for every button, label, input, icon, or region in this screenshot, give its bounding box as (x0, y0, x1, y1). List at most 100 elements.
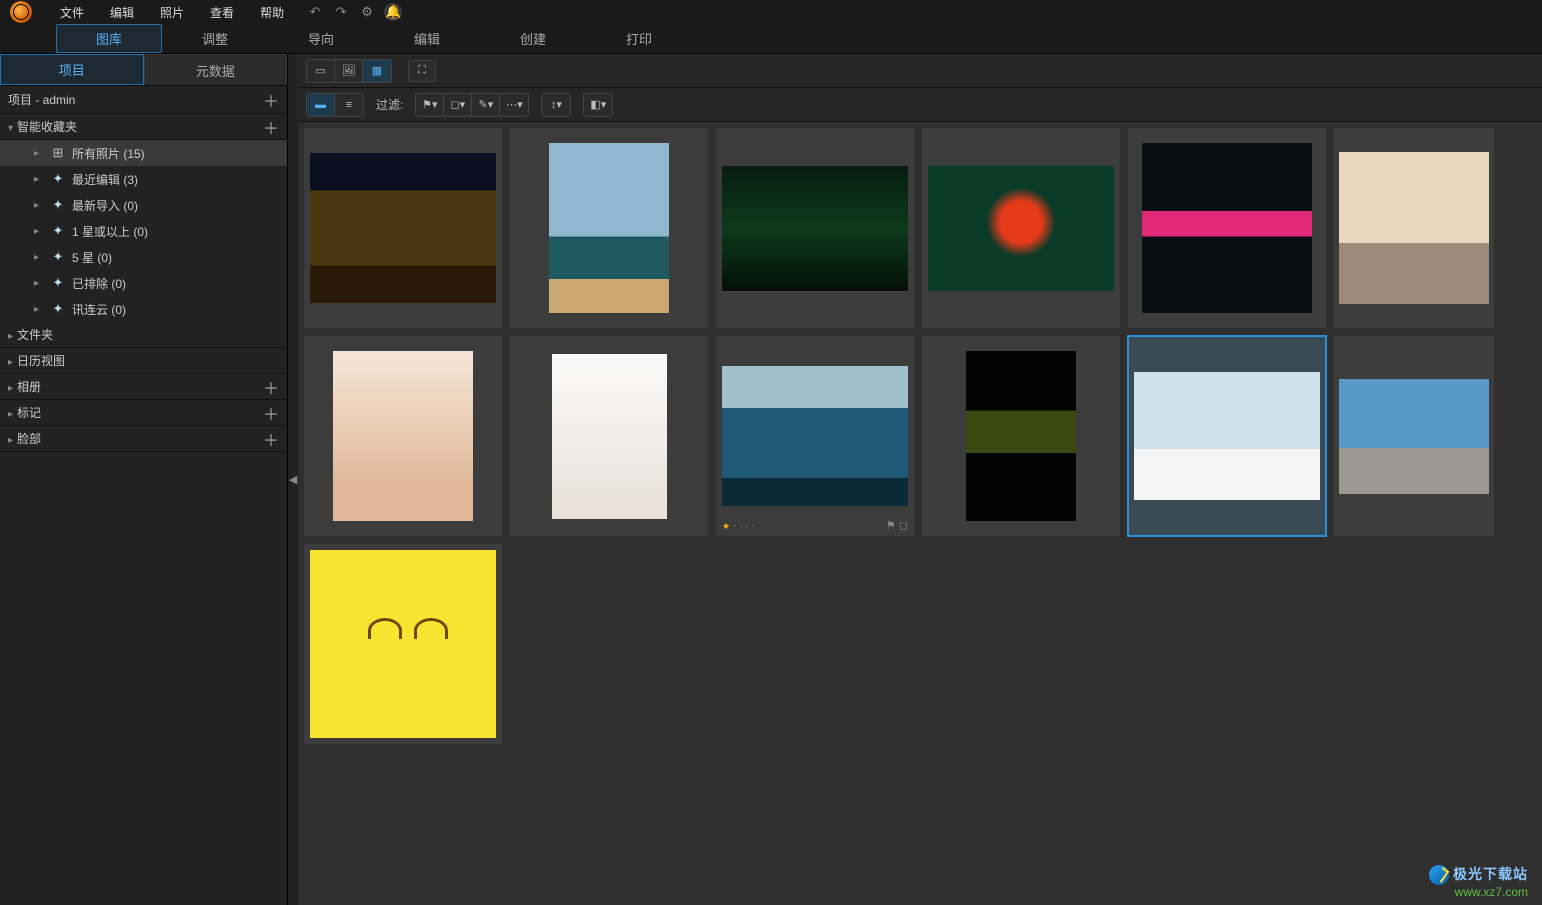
layout-list-icon[interactable]: ≡ (335, 94, 363, 116)
menu-help[interactable]: 帮助 (248, 1, 296, 24)
tab-edit[interactable]: 编辑 (374, 24, 480, 53)
tab-print[interactable]: 打印 (586, 24, 692, 53)
menu-edit[interactable]: 编辑 (98, 1, 146, 24)
photo-grid-scroll[interactable]: ★•••• ⚑◻ (298, 122, 1542, 905)
tree-calendar-label: 日历视图 (17, 354, 65, 368)
sidebar: 项目 元数据 项目 - admin ＋ ▾智能收藏夹 ＋ ▸⊞ 所有照片 (15… (0, 54, 288, 905)
photo-cell[interactable] (304, 128, 502, 328)
photo-cell[interactable] (1128, 128, 1326, 328)
photo-cell[interactable] (304, 336, 502, 536)
thumbnail (928, 166, 1114, 291)
menu-file[interactable]: 文件 (48, 1, 96, 24)
menu-right-tools: ↶ ↷ ⚙ 🔔 (306, 3, 402, 21)
photo-cell[interactable] (716, 128, 914, 328)
tree-faces-label: 脸部 (17, 432, 41, 446)
tree-all-photos[interactable]: ▸⊞ 所有照片 (15) (0, 140, 287, 166)
tree-cloud[interactable]: ▸✦ 讯连云 (0) (0, 296, 287, 322)
sidetab-project[interactable]: 项目 (0, 54, 144, 85)
photo-cell[interactable] (510, 128, 708, 328)
settings-icon[interactable]: ⚙ (358, 3, 376, 21)
tree-section-calendar[interactable]: ▸日历视图 (0, 348, 287, 374)
content-area: ▭ 🖼 ▦ ⛶ ▬ ≡ 过滤: ⚑▾ ◻▾ ✎▾ ⋯▾ ↕▾ ◧▾ (298, 54, 1542, 905)
tree-section-tags[interactable]: ▸标记 ＋ (0, 400, 287, 426)
filter-label-icon[interactable]: ◻▾ (444, 94, 472, 116)
sidetab-metadata[interactable]: 元数据 (144, 54, 288, 85)
add-album-button[interactable]: ＋ (263, 375, 279, 399)
watermark: 极光下载站 www.xz7.com (1429, 864, 1528, 899)
filter-more-icon[interactable]: ⋯▾ (500, 94, 528, 116)
photo-cell[interactable]: ★•••• ⚑◻ (716, 336, 914, 536)
project-header: 项目 - admin ＋ (0, 86, 287, 114)
tree-recent-import[interactable]: ▸✦ 最新导入 (0) (0, 192, 287, 218)
tree-5star-label: 5 星 (0) (72, 249, 112, 266)
tab-adjust[interactable]: 调整 (162, 24, 268, 53)
photo-cell[interactable] (922, 128, 1120, 328)
thumbnail (1339, 379, 1489, 494)
grid-icon: ⊞ (50, 145, 66, 161)
tree-excluded[interactable]: ▸✦ 已排除 (0) (0, 270, 287, 296)
thumbnail (722, 366, 908, 506)
photo-cell[interactable] (1334, 128, 1494, 328)
layout-strip-icon[interactable]: ▬ (307, 94, 335, 116)
menubar: 文件 编辑 照片 查看 帮助 ↶ ↷ ⚙ 🔔 (0, 0, 1542, 24)
project-header-label: 项目 - admin (8, 91, 75, 108)
photo-cell[interactable] (510, 336, 708, 536)
thumbnail (552, 354, 667, 519)
redo-icon[interactable]: ↷ (332, 3, 350, 21)
photo-cell-selected[interactable] (1128, 336, 1326, 536)
rating-bar[interactable]: ★•••• (722, 521, 755, 532)
tree-section-faces[interactable]: ▸脸部 ＋ (0, 426, 287, 452)
undo-icon[interactable]: ↶ (306, 3, 324, 21)
tree: ▾智能收藏夹 ＋ ▸⊞ 所有照片 (15) ▸✦ 最近编辑 (3) ▸✦ 最新导… (0, 114, 287, 905)
add-smart-folder-button[interactable]: ＋ (263, 115, 279, 139)
tree-excluded-label: 已排除 (0) (72, 275, 126, 292)
view-image-icon[interactable]: 🖼 (335, 60, 363, 82)
view-toolbar: ▭ 🖼 ▦ ⛶ (298, 54, 1542, 88)
color-label-icon[interactable]: ◧▾ (584, 94, 612, 116)
menu-view[interactable]: 查看 (198, 1, 246, 24)
sparkle-icon: ✦ (50, 223, 66, 239)
tab-create[interactable]: 创建 (480, 24, 586, 53)
photo-badges: ⚑◻ (886, 519, 908, 532)
tree-section-folders[interactable]: ▸文件夹 (0, 322, 287, 348)
notifications-icon[interactable]: 🔔 (384, 3, 402, 21)
sidebar-collapse-handle[interactable]: ◀ (288, 54, 298, 905)
sparkle-icon: ✦ (50, 301, 66, 317)
add-project-button[interactable]: ＋ (263, 88, 279, 112)
tree-5star[interactable]: ▸✦ 5 星 (0) (0, 244, 287, 270)
filter-flag-icon[interactable]: ⚑▾ (416, 94, 444, 116)
filter-brush-icon[interactable]: ✎▾ (472, 94, 500, 116)
tree-all-photos-label: 所有照片 (15) (72, 145, 145, 162)
sort-icon[interactable]: ↕▾ (542, 94, 570, 116)
sparkle-icon: ✦ (50, 197, 66, 213)
tab-guide[interactable]: 导向 (268, 24, 374, 53)
label-icon: ◻ (899, 519, 908, 532)
thumbnail (966, 351, 1076, 521)
main-tabs: 图库 调整 导向 编辑 创建 打印 (0, 24, 1542, 54)
photo-cell[interactable] (1334, 336, 1494, 536)
tree-recent-edit[interactable]: ▸✦ 最近编辑 (3) (0, 166, 287, 192)
fullscreen-icon[interactable]: ⛶ (408, 60, 436, 82)
photo-grid: ★•••• ⚑◻ (304, 128, 1536, 744)
menu-photo[interactable]: 照片 (148, 1, 196, 24)
tab-library[interactable]: 图库 (56, 24, 162, 53)
view-single-icon[interactable]: ▭ (307, 60, 335, 82)
filter-toolbar: ▬ ≡ 过滤: ⚑▾ ◻▾ ✎▾ ⋯▾ ↕▾ ◧▾ (298, 88, 1542, 122)
watermark-url: www.xz7.com (1429, 885, 1528, 899)
tree-section-smart[interactable]: ▾智能收藏夹 ＋ (0, 114, 287, 140)
watermark-name: 极光下载站 (1453, 866, 1528, 882)
view-grid-icon[interactable]: ▦ (363, 60, 391, 82)
tree-section-albums[interactable]: ▸相册 ＋ (0, 374, 287, 400)
photo-cell[interactable] (922, 336, 1120, 536)
add-tag-button[interactable]: ＋ (263, 401, 279, 425)
thumbnail (1134, 372, 1320, 500)
add-face-button[interactable]: ＋ (263, 427, 279, 451)
thumbnail (310, 153, 496, 303)
tree-1star[interactable]: ▸✦ 1 星或以上 (0) (0, 218, 287, 244)
photo-cell[interactable] (304, 544, 502, 744)
flag-icon: ⚑ (886, 519, 896, 532)
sparkle-icon: ✦ (50, 249, 66, 265)
tree-cloud-label: 讯连云 (0) (72, 301, 126, 318)
tree-recent-import-label: 最新导入 (0) (72, 197, 138, 214)
tree-1star-label: 1 星或以上 (0) (72, 223, 148, 240)
